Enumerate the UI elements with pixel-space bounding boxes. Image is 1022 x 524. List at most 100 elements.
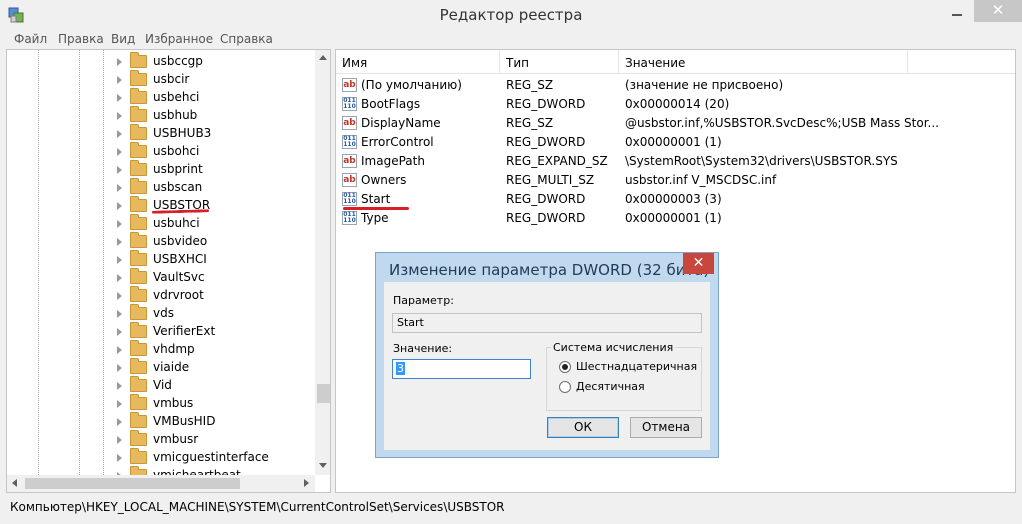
tree-item-label[interactable]: USBHUB3 xyxy=(153,126,211,140)
list-row[interactable]: 011 110 BootFlags REG_DWORD 0x00000014 (20) xyxy=(336,95,1015,114)
column-name[interactable]: Имя xyxy=(336,50,500,74)
tree-item-label[interactable]: usbhub xyxy=(153,108,197,122)
tree-item-usbcir[interactable]: usbcir xyxy=(117,70,307,89)
tree-item-label[interactable]: VMBusHID xyxy=(153,414,215,428)
list-row[interactable]: ab Owners REG_MULTI_SZ usbstor.inf V_MSCDSC… xyxy=(336,171,1015,190)
expand-arrow-icon[interactable] xyxy=(117,202,122,210)
ok-button[interactable]: ОК xyxy=(547,417,619,438)
expand-arrow-icon[interactable] xyxy=(117,148,122,156)
tree-item-label[interactable]: vhdmp xyxy=(153,342,195,356)
column-value[interactable]: Значение xyxy=(619,50,908,74)
tree-item-usbstor[interactable]: USBSTOR xyxy=(117,196,307,215)
tree-item-vmbus[interactable]: vmbus xyxy=(117,394,307,413)
tree-item-label[interactable]: usbccgp xyxy=(153,54,203,68)
expand-arrow-icon[interactable] xyxy=(117,94,122,102)
tree-item-label[interactable]: usbscan xyxy=(153,180,202,194)
menu-help[interactable]: Справка xyxy=(220,32,273,46)
cancel-button[interactable]: Отмена xyxy=(630,417,702,438)
expand-arrow-icon[interactable] xyxy=(117,220,122,228)
tree-item-label[interactable]: vds xyxy=(153,306,174,320)
expand-arrow-icon[interactable] xyxy=(117,184,122,192)
value-input-text[interactable]: 3 xyxy=(396,362,405,375)
expand-arrow-icon[interactable] xyxy=(117,328,122,336)
scroll-right-arrow-icon[interactable] xyxy=(304,479,309,487)
close-window-button[interactable]: ✕ xyxy=(974,0,1022,22)
radio-dec-label[interactable]: Десятичная xyxy=(576,380,645,393)
tree-vertical-scrollbar[interactable] xyxy=(315,50,330,475)
radio-hex[interactable] xyxy=(559,361,571,373)
tree-item-viaide[interactable]: viaide xyxy=(117,358,307,377)
scroll-left-arrow-icon[interactable] xyxy=(12,479,17,487)
menu-file[interactable]: Файл xyxy=(14,32,47,46)
value-input[interactable]: 3 xyxy=(392,359,531,379)
column-type[interactable]: Тип xyxy=(500,50,619,74)
tree-item-usbhub[interactable]: usbhub xyxy=(117,106,307,125)
list-row[interactable]: 011 110 Type REG_DWORD 0x00000001 (1) xyxy=(336,209,1015,228)
expand-arrow-icon[interactable] xyxy=(117,364,122,372)
list-row[interactable]: 011 110 Start REG_DWORD 0x00000003 (3) xyxy=(336,190,1015,209)
tree-item-usbhub3[interactable]: USBHUB3 xyxy=(117,124,307,143)
tree-item-label[interactable]: USBXHCI xyxy=(153,252,207,266)
tree-item-verifierext[interactable]: VerifierExt xyxy=(117,322,307,341)
tree-item-vhdmp[interactable]: vhdmp xyxy=(117,340,307,359)
tree-item-usbxhci[interactable]: USBXHCI xyxy=(117,250,307,269)
scroll-down-arrow-icon[interactable] xyxy=(319,463,327,468)
tree-item-label[interactable]: vmbus xyxy=(153,396,193,410)
tree-item-vmicguestinterface[interactable]: vmicguestinterface xyxy=(117,448,307,467)
dialog-close-icon[interactable]: ✕ xyxy=(683,253,714,274)
tree-item-usbehci[interactable]: usbehci xyxy=(117,88,307,107)
tree-item-label[interactable]: usbuhci xyxy=(153,216,200,230)
tree-item-usbscan[interactable]: usbscan xyxy=(117,178,307,197)
expand-arrow-icon[interactable] xyxy=(117,454,122,462)
tree-horizontal-scroll-thumb[interactable] xyxy=(25,478,240,489)
menu-favorites[interactable]: Избранное xyxy=(145,32,213,46)
menu-edit[interactable]: Правка xyxy=(58,32,104,46)
tree-item-vds[interactable]: vds xyxy=(117,304,307,323)
expand-arrow-icon[interactable] xyxy=(117,274,122,282)
tree-item-vaultsvc[interactable]: VaultSvc xyxy=(117,268,307,287)
tree-item-label[interactable]: VerifierExt xyxy=(153,324,215,338)
expand-arrow-icon[interactable] xyxy=(117,400,122,408)
tree-item-usbohci[interactable]: usbohci xyxy=(117,142,307,161)
expand-arrow-icon[interactable] xyxy=(117,436,122,444)
tree-item-label[interactable]: vmbusr xyxy=(153,432,198,446)
expand-arrow-icon[interactable] xyxy=(117,130,122,138)
expand-arrow-icon[interactable] xyxy=(117,310,122,318)
expand-arrow-icon[interactable] xyxy=(117,58,122,66)
tree-item-usbccgp[interactable]: usbccgp xyxy=(117,52,307,71)
scroll-up-arrow-icon[interactable] xyxy=(319,55,327,60)
tree-item-label[interactable]: usbvideo xyxy=(153,234,207,248)
registry-tree[interactable]: usbccgp usbcir usbehci usbhub USBHUB3 usbohci… xyxy=(6,49,331,493)
list-row[interactable]: ab (По умолчанию) REG_SZ (значение не присв… xyxy=(336,76,1015,95)
expand-arrow-icon[interactable] xyxy=(117,418,122,426)
tree-item-label[interactable]: Vid xyxy=(153,378,172,392)
tree-item-vdrvroot[interactable]: vdrvroot xyxy=(117,286,307,305)
tree-item-label[interactable]: vdrvroot xyxy=(153,288,204,302)
tree-vertical-scroll-thumb[interactable] xyxy=(317,384,330,403)
radio-hex-label[interactable]: Шестнадцатеричная xyxy=(576,360,697,373)
menu-view[interactable]: Вид xyxy=(111,32,135,46)
expand-arrow-icon[interactable] xyxy=(117,292,122,300)
tree-item-label[interactable]: usbohci xyxy=(153,144,199,158)
expand-arrow-icon[interactable] xyxy=(117,256,122,264)
tree-item-label[interactable]: vmicguestinterface xyxy=(153,450,269,464)
list-row[interactable]: 011 110 ErrorControl REG_DWORD 0x00000001 (… xyxy=(336,133,1015,152)
tree-item-label[interactable]: usbcir xyxy=(153,72,189,86)
tree-item-vmbushid[interactable]: VMBusHID xyxy=(117,412,307,431)
expand-arrow-icon[interactable] xyxy=(117,112,122,120)
list-row[interactable]: ab DisplayName REG_SZ @usbstor.inf,%USBSTOR… xyxy=(336,114,1015,133)
expand-arrow-icon[interactable] xyxy=(117,166,122,174)
expand-arrow-icon[interactable] xyxy=(117,238,122,246)
tree-item-usbprint[interactable]: usbprint xyxy=(117,160,307,179)
tree-item-vid[interactable]: Vid xyxy=(117,376,307,395)
minimize-button[interactable] xyxy=(942,0,972,22)
tree-item-usbvideo[interactable]: usbvideo xyxy=(117,232,307,251)
list-row[interactable]: ab ImagePath REG_EXPAND_SZ \SystemRoot\Syst… xyxy=(336,152,1015,171)
tree-item-usbuhci[interactable]: usbuhci xyxy=(117,214,307,233)
tree-horizontal-scrollbar[interactable] xyxy=(7,475,315,492)
expand-arrow-icon[interactable] xyxy=(117,346,122,354)
tree-item-vmbusr[interactable]: vmbusr xyxy=(117,430,307,449)
tree-item-label[interactable]: usbehci xyxy=(153,90,199,104)
radio-dec[interactable] xyxy=(559,381,571,393)
tree-item-label[interactable]: usbprint xyxy=(153,162,203,176)
